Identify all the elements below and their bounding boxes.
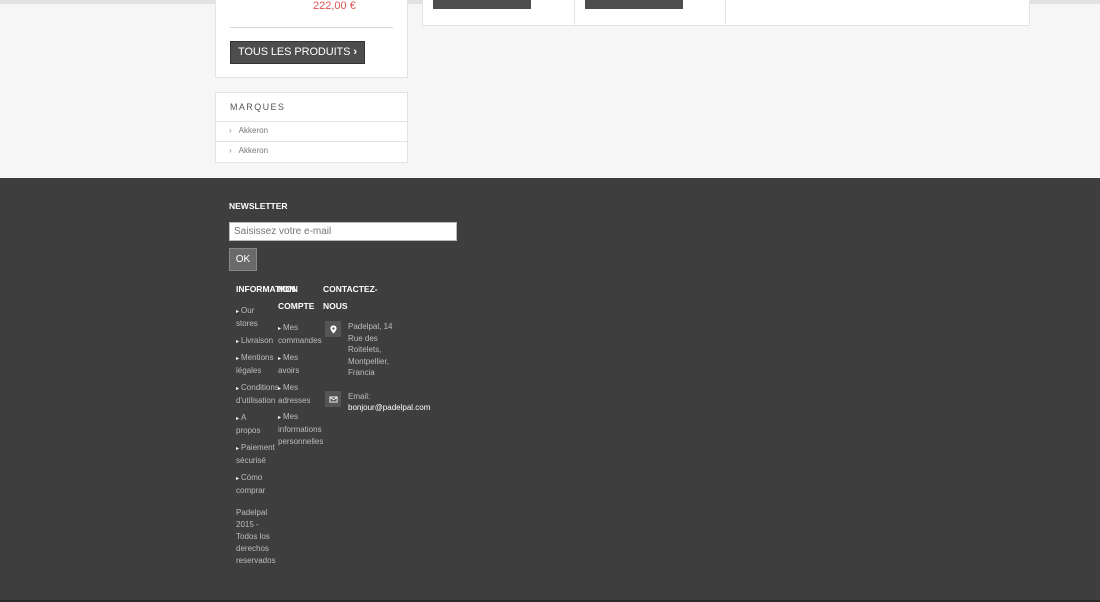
brands-title: MARQUES bbox=[230, 102, 286, 112]
triangle-right-icon: ▸ bbox=[236, 446, 240, 452]
triangle-right-icon: ▸ bbox=[236, 476, 240, 482]
footer: NEWSLETTER OK INFORMATION MON COMPTE CON… bbox=[0, 178, 1100, 602]
main-content-area bbox=[0, 0, 1100, 178]
brand-item[interactable]: › Akkeron bbox=[216, 121, 407, 141]
footer-link-conditions[interactable]: ▸ Conditions d'utilisation bbox=[236, 382, 284, 407]
brand-label: Akkeron bbox=[238, 126, 269, 135]
copyright-text: Padelpal 2015 - Todos los derechos reser… bbox=[236, 508, 276, 565]
contact-address: Padelpal, 14 Rue des Roitelets, Montpell… bbox=[348, 322, 393, 377]
triangle-right-icon: ▸ bbox=[236, 309, 240, 315]
products-block: 222,00 € TOUS LES PRODUITS › bbox=[215, 0, 408, 78]
divider bbox=[230, 27, 393, 28]
contact-title: CONTACTEZ-NOUS bbox=[323, 284, 378, 311]
all-products-label: TOUS LES PRODUITS bbox=[238, 46, 351, 58]
brands-block: MARQUES › Akkeron › Akkeron bbox=[215, 92, 408, 163]
triangle-right-icon: ▸ bbox=[236, 416, 240, 422]
chevron-right-icon: › bbox=[229, 126, 232, 135]
product-price: 222,00 € bbox=[313, 0, 356, 12]
footer-link-mes-adresses[interactable]: ▸ Mes adresses bbox=[278, 382, 314, 407]
footer-link-mentions[interactable]: ▸ Mentions légales bbox=[236, 352, 278, 377]
footer-link-paiement[interactable]: ▸ Paiement sécurisé bbox=[236, 442, 280, 467]
account-title: MON COMPTE bbox=[278, 284, 315, 311]
footer-link-our-stores[interactable]: ▸ Our stores bbox=[236, 305, 272, 330]
chevron-right-icon: › bbox=[229, 146, 232, 155]
map-marker-icon bbox=[325, 321, 341, 337]
footer-link-mes-informations[interactable]: ▸ Mes informations personnelles bbox=[278, 411, 326, 448]
brand-item[interactable]: › Akkeron bbox=[216, 141, 407, 161]
grid-divider bbox=[574, 0, 575, 25]
chevron-right-icon: › bbox=[353, 46, 357, 58]
triangle-right-icon: ▸ bbox=[236, 386, 240, 392]
footer-link-livraison[interactable]: ▸ Livraison bbox=[236, 335, 281, 348]
newsletter-submit-button[interactable]: OK bbox=[229, 248, 257, 271]
footer-link-mes-commandes[interactable]: ▸ Mes commandes bbox=[278, 322, 324, 347]
newsletter-email-input[interactable] bbox=[229, 222, 457, 241]
newsletter-title: NEWSLETTER bbox=[229, 201, 288, 211]
triangle-right-icon: ▸ bbox=[278, 326, 282, 332]
triangle-right-icon: ▸ bbox=[278, 415, 282, 421]
all-products-button[interactable]: TOUS LES PRODUITS › bbox=[230, 41, 365, 64]
triangle-right-icon: ▸ bbox=[236, 339, 240, 345]
grid-divider bbox=[725, 0, 726, 25]
brand-label: Akkeron bbox=[238, 146, 269, 155]
triangle-right-icon: ▸ bbox=[278, 356, 282, 362]
footer-link-como-comprar[interactable]: ▸ Cómo comprar bbox=[236, 472, 272, 497]
triangle-right-icon: ▸ bbox=[236, 356, 240, 362]
footer-link-mes-avoirs[interactable]: ▸ Mes avoirs bbox=[278, 352, 308, 377]
product-grid bbox=[422, 0, 1030, 26]
triangle-right-icon: ▸ bbox=[278, 386, 282, 392]
email-link[interactable]: bonjour@padelpal.com bbox=[348, 402, 430, 413]
email-label: Email: bbox=[348, 392, 371, 401]
footer-link-apropos[interactable]: ▸ A propos bbox=[236, 412, 266, 437]
envelope-icon bbox=[325, 391, 341, 407]
add-to-cart-button[interactable] bbox=[585, 0, 683, 9]
add-to-cart-button[interactable] bbox=[433, 0, 531, 9]
